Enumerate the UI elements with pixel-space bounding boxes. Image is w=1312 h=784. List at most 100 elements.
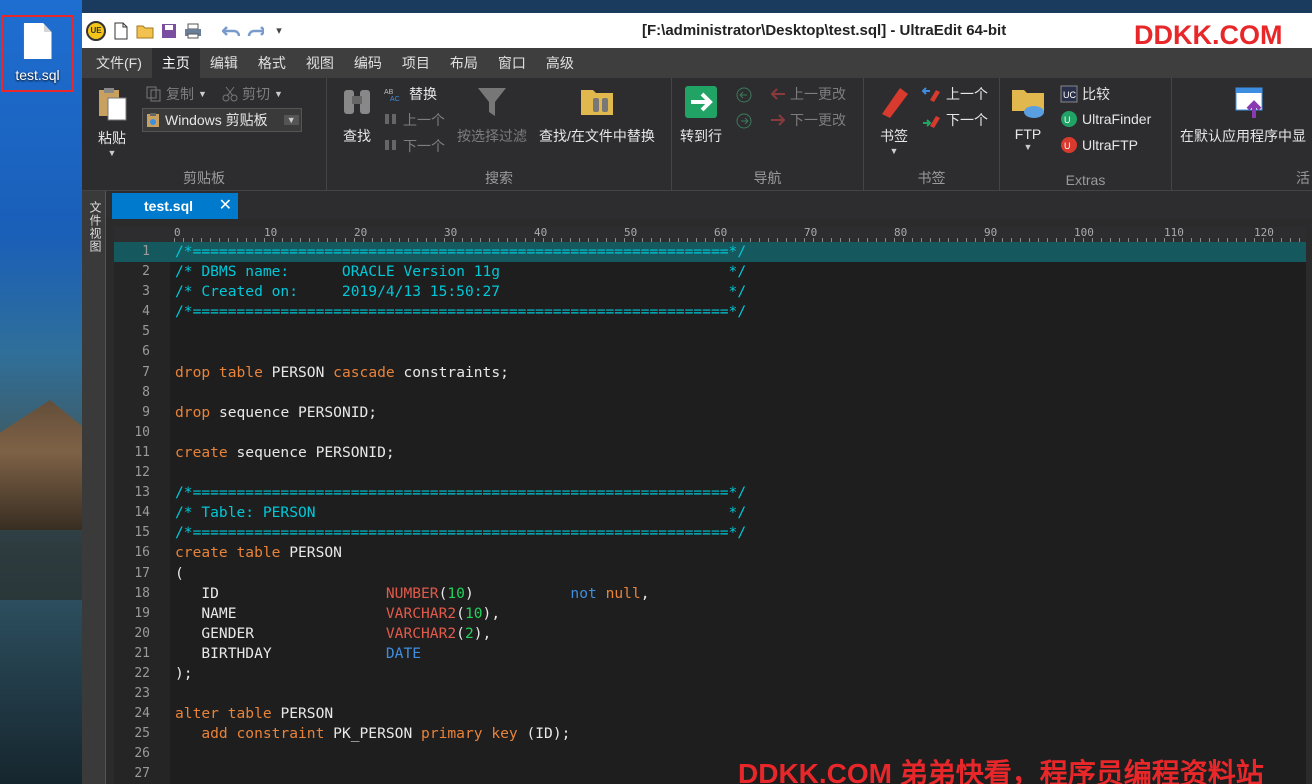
code-editor[interactable]: 1 /*=====================================…	[114, 242, 1306, 784]
menu-advanced[interactable]: 高级	[536, 48, 584, 78]
ruler-tick: 60	[714, 226, 728, 239]
desktop-file-icon[interactable]: test.sql	[1, 15, 74, 92]
code-line[interactable]: 25 add constraint PK_PERSON primary key …	[114, 724, 1306, 744]
replace-icon: ABAC	[384, 89, 400, 102]
find-in-files-button[interactable]: 查找/在文件中替换	[539, 84, 655, 146]
ruler-tick: 70	[804, 226, 818, 239]
close-tab-icon[interactable]: ✕	[219, 193, 232, 219]
ultraftp-button[interactable]: U UltraFTP	[1060, 136, 1138, 154]
ultrafinder-button[interactable]: U UltraFinder	[1060, 110, 1151, 128]
menu-edit[interactable]: 编辑	[200, 48, 248, 78]
code-line[interactable]: 2 /* DBMS name: ORACLE Version 11g */	[114, 262, 1306, 282]
menu-format[interactable]: 格式	[248, 48, 296, 78]
save-icon[interactable]	[160, 22, 178, 40]
menu-encoding[interactable]: 编码	[344, 48, 392, 78]
code-text: NAME VARCHAR2(10),	[175, 604, 500, 624]
copy-button[interactable]: 复制 ▼	[146, 84, 207, 104]
bookmark-next-icon	[923, 116, 940, 128]
file-view-panel[interactable]: 文件视图	[82, 191, 106, 784]
code-line[interactable]: 21 BIRTHDAY DATE	[114, 644, 1306, 664]
paste-button[interactable]: 粘贴 ▼	[94, 86, 130, 158]
code-line[interactable]: 5	[114, 322, 1306, 342]
paste-label: 粘贴	[98, 130, 126, 146]
undo-icon[interactable]	[222, 22, 240, 40]
line-number: 21	[134, 645, 150, 661]
code-line[interactable]: 15 /*====================================…	[114, 523, 1306, 543]
find-next-icon	[385, 140, 396, 150]
menu-layout[interactable]: 布局	[440, 48, 488, 78]
menu-file[interactable]: 文件(F)	[86, 48, 152, 78]
code-line[interactable]: 19 NAME VARCHAR2(10),	[114, 604, 1306, 624]
compare-button[interactable]: UC 比较	[1060, 84, 1110, 104]
code-line[interactable]: 24 alter table PERSON	[114, 704, 1306, 724]
open-default-app-button[interactable]: 在默认应用程序中显	[1180, 84, 1306, 146]
document-tab-test-sql[interactable]: test.sql ✕	[112, 193, 238, 219]
windows-clipboard-dropdown-icon[interactable]: ▼	[283, 115, 299, 125]
code-token: (	[456, 624, 465, 642]
copy-dropdown-icon: ▼	[198, 89, 207, 99]
code-line[interactable]: 13 /*====================================…	[114, 483, 1306, 503]
ruler-tick: 40	[534, 226, 548, 239]
code-line[interactable]: 6	[114, 342, 1306, 362]
goto-line-label: 转到行	[680, 128, 722, 144]
bookmark-button[interactable]: 书签 ▼	[876, 84, 912, 156]
desktop-wallpaper-water	[0, 600, 82, 784]
menu-view[interactable]: 视图	[296, 48, 344, 78]
code-line[interactable]: 10	[114, 423, 1306, 443]
menu-home[interactable]: 主页	[151, 48, 200, 78]
line-number: 6	[142, 344, 150, 360]
code-line[interactable]: 8	[114, 383, 1306, 403]
line-number: 5	[142, 324, 150, 340]
filter-selection-button[interactable]: 按选择过滤	[457, 84, 527, 146]
code-line[interactable]: 9 drop sequence PERSONID;	[114, 403, 1306, 423]
next-change-button[interactable]: 下一更改	[770, 110, 846, 130]
line-number: 4	[142, 304, 150, 320]
goto-line-button[interactable]: 转到行	[680, 84, 722, 146]
svg-text:UC: UC	[1063, 90, 1076, 100]
find-prev-button[interactable]: 上一个	[383, 110, 445, 130]
code-line[interactable]: 3 /* Created on: 2019/4/13 15:50:27 */	[114, 282, 1306, 302]
code-line[interactable]: 1 /*=====================================…	[114, 242, 1306, 263]
bookmark-next-button[interactable]: 下一个	[922, 110, 988, 130]
line-number: 27	[134, 766, 150, 782]
code-token: );	[175, 664, 193, 682]
menu-window[interactable]: 窗口	[488, 48, 536, 78]
quick-access-dropdown[interactable]: ▾	[270, 22, 288, 40]
print-icon[interactable]	[184, 22, 202, 40]
new-file-icon[interactable]	[112, 22, 130, 40]
code-line[interactable]: 16 create table PERSON	[114, 543, 1306, 563]
windows-clipboard-select[interactable]: Windows 剪贴板 ▼	[142, 108, 302, 132]
menu-project[interactable]: 项目	[392, 48, 440, 78]
find-button[interactable]: 查找	[339, 84, 375, 146]
code-line[interactable]: 22);	[114, 664, 1306, 684]
ultraedit-logo-icon[interactable]: UE	[86, 20, 106, 41]
ribbon: 粘贴 ▼ 复制 ▼ 剪切 ▼ Windows 剪贴板 ▼ 剪贴板 查找 AB A…	[82, 78, 1312, 191]
code-line[interactable]: 7 drop table PERSON cascade constraints;	[114, 363, 1306, 383]
code-line[interactable]: 23	[114, 684, 1306, 704]
code-token: PERSON	[262, 363, 334, 381]
redo-icon[interactable]	[246, 22, 264, 40]
find-next-button[interactable]: 下一个	[383, 136, 445, 156]
code-token: (	[456, 604, 465, 622]
prev-change-button[interactable]: 上一更改	[770, 84, 846, 104]
code-token: GENDER	[175, 624, 386, 642]
code-line[interactable]: 11 create sequence PERSONID;	[114, 443, 1306, 463]
code-line[interactable]: 20 GENDER VARCHAR2(2),	[114, 624, 1306, 644]
code-line[interactable]: 14 /* Table: PERSON */	[114, 503, 1306, 523]
code-line[interactable]: 18 ID NUMBER(10) not null,	[114, 584, 1306, 604]
code-token: DATE	[385, 644, 422, 662]
bookmark-icon	[882, 88, 908, 118]
open-folder-icon[interactable]	[136, 22, 154, 40]
cut-button[interactable]: 剪切 ▼	[222, 84, 283, 104]
ribbon-group-search: 查找 AB AC 替换 上一个 下一个 按选择过滤 查找/在文件中替换 搜索	[327, 78, 672, 191]
ftp-button[interactable]: FTP ▼	[1010, 84, 1046, 152]
nav-back-icon[interactable]	[736, 87, 752, 103]
code-line[interactable]: 12	[114, 463, 1306, 483]
replace-button[interactable]: AB AC 替换	[383, 84, 437, 104]
bookmark-prev-button[interactable]: 上一个	[922, 84, 988, 104]
code-line[interactable]: 17 (	[114, 564, 1306, 584]
line-number: 26	[134, 746, 150, 762]
code-text: GENDER VARCHAR2(2),	[175, 624, 491, 644]
nav-forward-icon[interactable]	[736, 113, 752, 129]
code-line[interactable]: 4 /*=====================================…	[114, 302, 1306, 322]
